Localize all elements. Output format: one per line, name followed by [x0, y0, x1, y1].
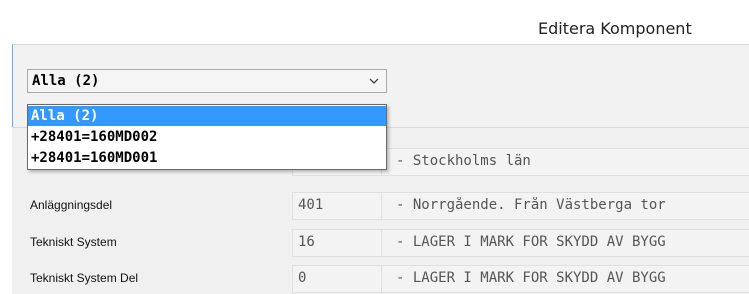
window-title: Editera Komponent [538, 19, 692, 38]
component-select[interactable]: Alla (2) [27, 69, 387, 93]
technical-system-part-description-value: - LAGER I MARK FÖR SKYDD AV BYGG [396, 270, 666, 286]
facility-part-description-value: - Norrgående. Från Västberga tor [396, 197, 666, 213]
chevron-down-icon[interactable] [368, 73, 380, 89]
technical-system-label: Tekniskt System [30, 235, 117, 249]
facility-part-label: Anläggningsdel [30, 198, 113, 212]
technical-system-part-code-value: 0 [298, 270, 307, 286]
component-select-value: Alla (2) [32, 73, 100, 89]
dropdown-option-all[interactable]: Alla (2) [28, 106, 386, 126]
dropdown-option-160md002[interactable]: +28401=160MD002 [28, 127, 386, 147]
component-select-dropdown: Alla (2) +28401=160MD002 +28401=160MD001 [27, 104, 387, 170]
title-bar: Editera Komponent [0, 0, 749, 44]
technical-system-part-label: Tekniskt System Del [30, 271, 139, 285]
edit-component-window: Editera Komponent - Stockholms län Anläg… [0, 0, 749, 294]
technical-system-description-value: - LAGER I MARK FÖR SKYDD AV BYGG [396, 234, 666, 250]
facility-part-code-value: 401 [298, 197, 324, 213]
technical-system-code-value: 16 [298, 234, 315, 250]
county-description-value: - Stockholms län [396, 153, 531, 169]
dropdown-option-160md001[interactable]: +28401=160MD001 [28, 148, 386, 168]
